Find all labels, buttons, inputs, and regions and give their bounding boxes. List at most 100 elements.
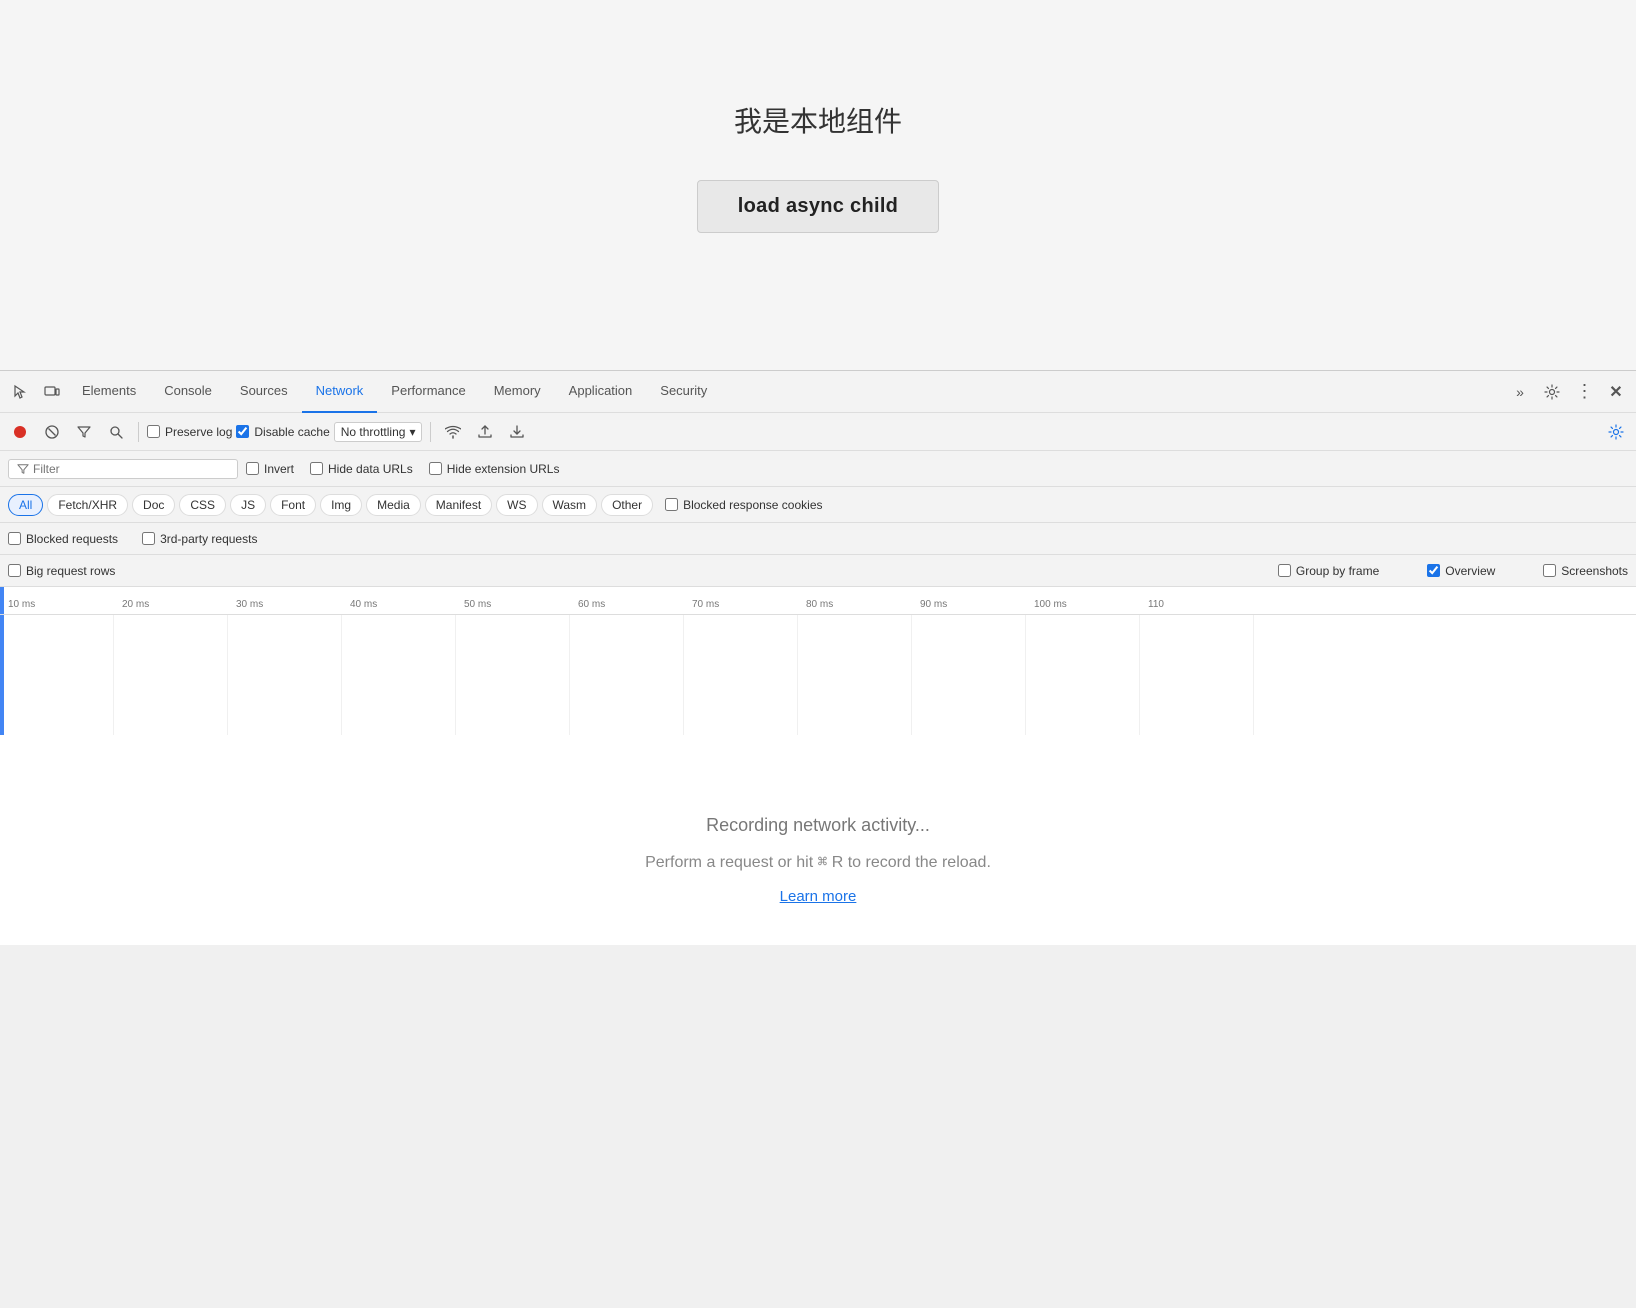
tab-console[interactable]: Console	[150, 371, 226, 413]
grid-col-5	[456, 615, 570, 735]
grid-lines	[0, 615, 1636, 735]
blocked-requests-label[interactable]: Blocked requests	[8, 532, 118, 546]
empty-state: Recording network activity... Perform a …	[0, 735, 1636, 945]
tab-network[interactable]: Network	[302, 371, 378, 413]
cursor-icon-btn[interactable]	[4, 376, 36, 408]
more-tabs-button[interactable]: »	[1504, 376, 1536, 408]
recording-subtitle: Perform a request or hit ⌘ R to record t…	[645, 852, 991, 872]
filter-icon	[77, 425, 91, 439]
divider-2	[430, 422, 431, 442]
disable-cache-label[interactable]: Disable cache	[236, 425, 329, 439]
hide-data-urls-label[interactable]: Hide data URLs	[310, 462, 413, 476]
grid-col-6	[570, 615, 684, 735]
preserve-log-label[interactable]: Preserve log	[147, 425, 232, 439]
settings-button[interactable]	[1536, 376, 1568, 408]
resource-btn-other[interactable]: Other	[601, 494, 653, 516]
upload-icon	[478, 425, 492, 439]
chevron-down-icon: ▾	[409, 425, 415, 439]
export-har-button[interactable]	[503, 418, 531, 446]
network-settings-button[interactable]	[1602, 418, 1630, 446]
big-rows-checkbox[interactable]	[8, 564, 21, 577]
network-conditions-button[interactable]	[439, 418, 467, 446]
throttle-select[interactable]: No throttling ▾	[334, 422, 423, 442]
timeline-position-bar	[0, 615, 4, 735]
search-button[interactable]	[102, 418, 130, 446]
tab-memory[interactable]: Memory	[480, 371, 555, 413]
group-by-frame-label[interactable]: Group by frame	[1278, 564, 1379, 578]
hide-data-urls-checkbox[interactable]	[310, 462, 323, 475]
cursor-icon	[12, 384, 28, 400]
tab-performance[interactable]: Performance	[377, 371, 479, 413]
resource-btn-media[interactable]: Media	[366, 494, 421, 516]
cmd-key: ⌘	[818, 852, 828, 871]
third-party-requests-checkbox[interactable]	[142, 532, 155, 545]
resource-btn-all[interactable]: All	[8, 494, 43, 516]
learn-more-link[interactable]: Learn more	[780, 888, 857, 905]
device-toggle-btn[interactable]	[36, 376, 68, 408]
resource-btn-doc[interactable]: Doc	[132, 494, 175, 516]
filter-input[interactable]	[33, 462, 229, 476]
page-content: 我是本地组件 load async child	[0, 0, 1636, 370]
more-options-button[interactable]: ⋮	[1568, 376, 1600, 408]
close-devtools-button[interactable]: ✕	[1600, 376, 1632, 408]
grid-col-1	[0, 615, 114, 735]
download-icon	[510, 425, 524, 439]
tab-security[interactable]: Security	[646, 371, 721, 413]
resource-btn-js[interactable]: JS	[230, 494, 266, 516]
overview-checkbox[interactable]	[1427, 564, 1440, 577]
resource-btn-wasm[interactable]: Wasm	[542, 494, 598, 516]
resource-btn-fetch-xhr[interactable]: Fetch/XHR	[47, 494, 128, 516]
gear-icon	[1544, 384, 1560, 400]
resource-btn-css[interactable]: CSS	[179, 494, 226, 516]
import-har-button[interactable]	[471, 418, 499, 446]
three-dot-icon: ⋮	[1576, 381, 1593, 402]
third-party-requests-label[interactable]: 3rd-party requests	[142, 532, 257, 546]
grid-col-11	[1140, 615, 1254, 735]
network-gear-icon	[1608, 424, 1624, 440]
resource-btn-img[interactable]: Img	[320, 494, 362, 516]
disable-cache-checkbox[interactable]	[236, 425, 249, 438]
ruler-tick-110ms: 110	[1148, 599, 1262, 610]
recording-title: Recording network activity...	[706, 815, 930, 836]
options-left-group: Big request rows	[8, 564, 382, 578]
filter-toggle-button[interactable]	[70, 418, 98, 446]
blocked-cookies-label[interactable]: Blocked response cookies	[665, 498, 822, 512]
filter-bar: Invert Hide data URLs Hide extension URL…	[0, 451, 1636, 487]
group-by-frame-checkbox[interactable]	[1278, 564, 1291, 577]
tab-elements[interactable]: Elements	[68, 371, 150, 413]
ruler-tick-50ms: 50 ms	[464, 599, 578, 610]
record-button[interactable]	[6, 418, 34, 446]
load-async-child-button[interactable]: load async child	[697, 180, 939, 233]
clear-button[interactable]	[38, 418, 66, 446]
overview-label[interactable]: Overview	[1427, 564, 1495, 578]
invert-checkbox[interactable]	[246, 462, 259, 475]
screenshots-label[interactable]: Screenshots	[1543, 564, 1628, 578]
devtools-tabs-bar: Elements Console Sources Network Perform…	[0, 371, 1636, 413]
ruler-tick-70ms: 70 ms	[692, 599, 806, 610]
ruler-position-bar	[0, 587, 4, 614]
resource-btn-font[interactable]: Font	[270, 494, 316, 516]
clear-icon	[45, 425, 59, 439]
screenshots-checkbox[interactable]	[1543, 564, 1556, 577]
timeline-grid	[0, 615, 1636, 735]
resource-filter-bar: All Fetch/XHR Doc CSS JS Font Img Media …	[0, 487, 1636, 523]
ruler-tick-100ms: 100 ms	[1034, 599, 1148, 610]
tab-application[interactable]: Application	[555, 371, 647, 413]
search-icon	[109, 425, 123, 439]
blocked-requests-checkbox[interactable]	[8, 532, 21, 545]
ruler-tick-10ms: 10 ms	[8, 599, 122, 610]
divider-1	[138, 422, 139, 442]
big-rows-label[interactable]: Big request rows	[8, 564, 115, 578]
invert-label[interactable]: Invert	[246, 462, 294, 476]
resource-btn-ws[interactable]: WS	[496, 494, 537, 516]
hide-extension-urls-label[interactable]: Hide extension URLs	[429, 462, 560, 476]
tab-sources[interactable]: Sources	[226, 371, 302, 413]
ruler-tick-20ms: 20 ms	[122, 599, 236, 610]
preserve-log-checkbox[interactable]	[147, 425, 160, 438]
options-row-2: Big request rows Group by frame Overview…	[0, 555, 1636, 587]
ruler-tick-40ms: 40 ms	[350, 599, 464, 610]
hide-extension-urls-checkbox[interactable]	[429, 462, 442, 475]
resource-btn-manifest[interactable]: Manifest	[425, 494, 492, 516]
blocked-cookies-checkbox[interactable]	[665, 498, 678, 511]
record-icon	[13, 425, 27, 439]
